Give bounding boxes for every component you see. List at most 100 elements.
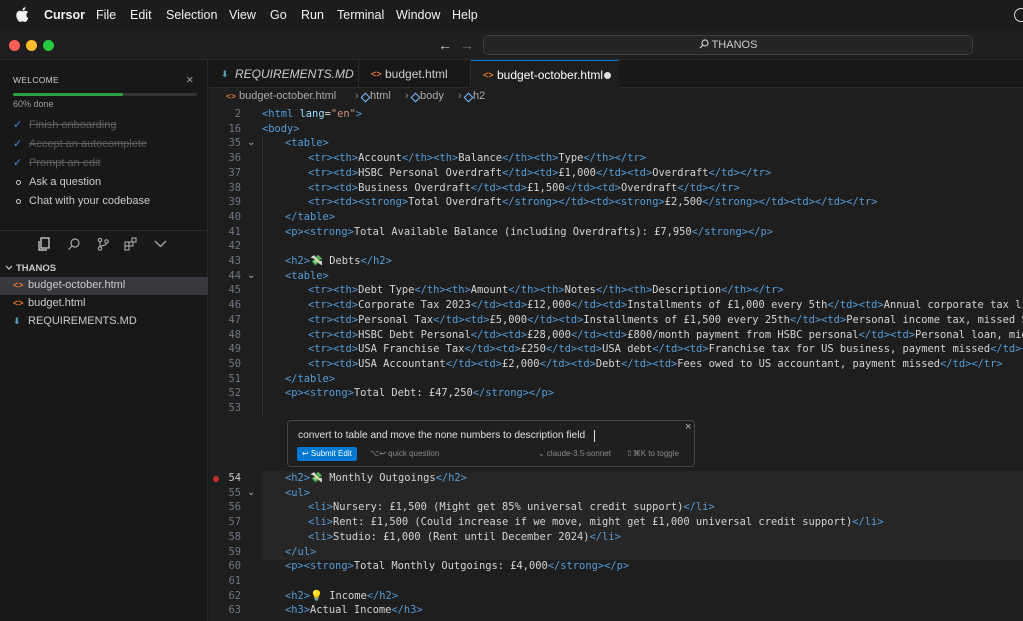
tab-requirements-md[interactable]: ⬇ REQUIREMENTS.MD [209, 60, 359, 88]
quick-question-hint[interactable]: ⌥↩ quick question [370, 449, 439, 458]
onboarding-task[interactable]: Ask a question [13, 175, 198, 191]
code-line[interactable]: 39 <tr><td><strong>Total Overdraft</stron… [209, 195, 1023, 210]
search-workspace-name: THANOS [711, 39, 758, 51]
explorer-files-icon[interactable] [37, 237, 51, 251]
command-center-search[interactable]: THANOS [483, 35, 973, 55]
code-line[interactable]: 55 ⌄ <ul> [228, 485, 1023, 501]
code-line[interactable]: 41 <p><strong>Total Available Balance (in… [209, 225, 1023, 240]
html-file-icon: <> [483, 70, 494, 80]
maximize-window-button[interactable] [43, 40, 54, 51]
submit-edit-button[interactable]: ↩ Submit Edit [297, 447, 357, 461]
explorer-section-header[interactable]: THANOS [0, 260, 208, 276]
code-text: <tr><td>USA Accountant</td><td>£2,000</t… [308, 357, 1003, 370]
code-line[interactable]: 47 <tr><td>Personal Tax</td><td>£5,000</t… [209, 313, 1023, 328]
code-line[interactable]: 46 <tr><td>Corporate Tax 2023</td><td>£12… [209, 298, 1023, 313]
code-line[interactable]: 45 <tr><th>Debt Type</th><th>Amount</th><… [209, 283, 1023, 298]
code-line[interactable]: 58 <li>Studio: £1,000 (Rent until Decembe… [228, 529, 1023, 545]
code-line[interactable]: 48 <tr><td>HSBC Debt Personal</td><td>£28… [209, 328, 1023, 343]
code-line[interactable]: 36 <tr><th>Account</th><th>Balance</th><t… [209, 151, 1023, 166]
breadcrumb-item[interactable]: html [370, 90, 391, 102]
line-number: 45 [228, 284, 241, 297]
menu-edit[interactable]: Edit [130, 8, 152, 22]
breadcrumb-chevron-icon: › [458, 90, 462, 102]
menu-go[interactable]: Go [270, 8, 287, 22]
welcome-close-icon[interactable]: × [186, 72, 194, 87]
code-line[interactable]: 37 <tr><td>HSBC Personal Overdraft</td><t… [209, 166, 1023, 181]
minimize-window-button[interactable] [26, 40, 37, 51]
breadcrumb-item[interactable]: h2 [473, 90, 485, 102]
apple-logo-icon[interactable] [16, 7, 29, 22]
tab-label: budget-october.html [497, 68, 604, 82]
code-line[interactable]: 40 </table> [209, 210, 1023, 225]
explorer-file-item[interactable]: <> budget.html [0, 295, 208, 313]
forward-arrow-icon[interactable]: → [460, 37, 474, 53]
code-line[interactable]: 53 [209, 401, 1023, 416]
explorer-file-name: budget.html [28, 297, 86, 309]
code-line[interactable]: 54 <h2>💸 Monthly Outgoings</h2> [213, 471, 1023, 486]
source-control-icon[interactable] [96, 237, 110, 251]
menu-terminal[interactable]: Terminal [337, 8, 384, 22]
code-line[interactable]: 50 <tr><td>USA Accountant</td><td>£2,000<… [209, 357, 1023, 372]
code-line[interactable]: 62 <h2>💡 Income</h2> [209, 589, 1023, 604]
code-line[interactable]: 2 <html lang="en"> [209, 107, 1023, 122]
onboarding-task[interactable]: Chat with your codebase [13, 194, 198, 210]
code-line[interactable]: 44 ⌄ <table> [209, 269, 1023, 284]
code-line[interactable]: 63 <h3>Actual Income</h3> [209, 603, 1023, 618]
welcome-title: WELCOME [13, 75, 60, 85]
menu-view[interactable]: View [229, 8, 256, 22]
breadcrumb-item[interactable]: budget-october.html [239, 90, 336, 102]
code-line[interactable]: 60 <p><strong>Total Monthly Outgoings: £4… [209, 559, 1023, 574]
back-arrow-icon[interactable]: ← [438, 37, 452, 53]
extensions-icon[interactable] [124, 237, 138, 251]
explorer-file-item[interactable]: ⬇ REQUIREMENTS.MD [0, 313, 208, 331]
control-center-icon[interactable] [1014, 8, 1023, 22]
app-menu-cursor[interactable]: Cursor [44, 8, 85, 22]
chevron-down-icon[interactable] [154, 240, 167, 249]
onboarding-task[interactable]: ✓ Accept an autocomplete [13, 137, 198, 153]
breakpoint-dot-icon[interactable] [213, 476, 219, 482]
code-line[interactable]: 52 <p><strong>Total Debt: £47,250</strong… [209, 386, 1023, 401]
onboarding-task[interactable]: ✓ Prompt an edit [13, 156, 198, 172]
line-number: 50 [228, 357, 241, 370]
line-number: 53 [228, 402, 241, 414]
code-line[interactable]: 56 <li>Nursery: £1,500 (Might get 85% uni… [228, 500, 1023, 516]
code-text: <tr><td>HSBC Debt Personal</td><td>£28,0… [308, 328, 1023, 341]
breadcrumb-item[interactable]: body [420, 90, 444, 102]
line-number: 40 [228, 210, 241, 223]
code-line[interactable]: 42 [209, 239, 1023, 254]
onboarding-task-label: Ask a question [29, 176, 102, 188]
menu-window[interactable]: Window [396, 8, 440, 22]
fold-chevron-icon[interactable]: ⌄ [247, 135, 255, 150]
code-text: <html lang="en"> [262, 108, 363, 120]
tab-budget-html[interactable]: <> budget.html [359, 60, 471, 88]
prompt-input[interactable]: convert to table and move the none numbe… [298, 430, 585, 441]
code-line[interactable]: 51 </table> [209, 372, 1023, 387]
code-line[interactable]: 49 <tr><td>USA Franchise Tax</td><td>£250… [209, 342, 1023, 357]
code-text: <li>Nursery: £1,500 (Might get 85% unive… [308, 501, 715, 514]
search-icon[interactable] [67, 237, 81, 251]
fold-chevron-icon[interactable]: ⌄ [247, 485, 255, 500]
menu-run[interactable]: Run [301, 8, 324, 22]
code-line[interactable]: 38 <tr><td>Business Overdraft</td><td>£1,… [209, 181, 1023, 196]
line-number: 38 [228, 181, 241, 194]
menu-help[interactable]: Help [452, 8, 478, 22]
fold-chevron-icon[interactable]: ⌄ [247, 268, 255, 283]
code-line[interactable]: 35 ⌄ <table> [209, 136, 1023, 151]
tab-budget-october-html[interactable]: <> budget-october.html [471, 60, 619, 88]
prompt-close-icon[interactable]: × [685, 421, 691, 433]
code-line[interactable]: 59 </ul> [228, 544, 1023, 560]
code-text: <h2>💸 Debts</h2> [285, 255, 392, 267]
code-line[interactable]: 57 <li>Rent: £1,500 (Could increase if we… [228, 515, 1023, 531]
code-line[interactable]: 16 <body> [209, 122, 1023, 137]
menu-selection[interactable]: Selection [166, 8, 217, 22]
explorer-file-item[interactable]: <> budget-october.html [0, 277, 208, 295]
line-number: 63 [228, 604, 241, 617]
code-line[interactable]: 61 [209, 574, 1023, 589]
menu-file[interactable]: File [96, 8, 116, 22]
model-selector[interactable]: ⌄ claude-3.5-sonnet [538, 449, 611, 458]
onboarding-task[interactable]: ✓ Finish onboarding [13, 118, 198, 134]
code-line[interactable]: 43 <h2>💸 Debts</h2> [209, 254, 1023, 269]
close-window-button[interactable] [9, 40, 20, 51]
unsaved-dot-icon[interactable] [604, 72, 611, 79]
breadcrumb-chevron-icon: › [405, 90, 409, 102]
